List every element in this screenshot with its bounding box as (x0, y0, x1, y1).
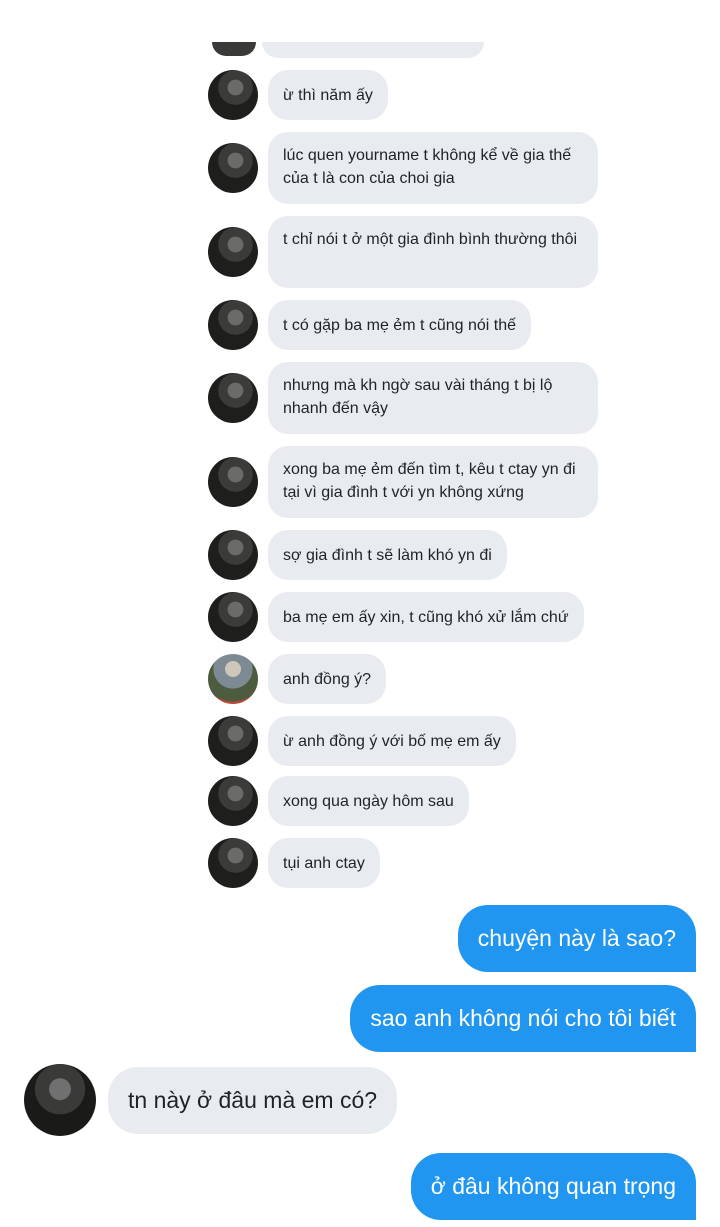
quoted-message-row: ba mẹ em ấy xin, t cũng khó xử lắm chứ (208, 592, 584, 642)
incoming-message[interactable]: tn này ở đâu mà em có? (108, 1066, 398, 1134)
quoted-message-row: xong ba mẹ ẻm đến tìm t, kêu t ctay yn đ… (208, 446, 598, 518)
quoted-message-row: t có gặp ba mẹ ẻm t cũng nói thế (208, 300, 532, 350)
message-bubble[interactable]: ừ thì năm ấy (268, 70, 388, 120)
quoted-message-row: anh đồng ý? (208, 654, 387, 704)
message-bubble[interactable]: sợ gia đình t sẽ làm khó yn đi (268, 530, 507, 580)
quoted-message-row: tụi anh ctay (208, 838, 380, 888)
message-bubble[interactable]: t chỉ nói t ở một gia đình bình thường t… (268, 216, 598, 288)
message-bubble[interactable]: anh đồng ý? (268, 654, 387, 704)
outgoing-message[interactable]: chuyện này là sao? (457, 905, 696, 972)
avatar[interactable] (208, 530, 258, 580)
quoted-message-row: t chỉ nói t ở một gia đình bình thường t… (208, 216, 598, 288)
quoted-message-row: ừ thì năm ấy (208, 70, 388, 120)
avatar[interactable] (208, 592, 258, 642)
avatar[interactable] (24, 1064, 96, 1136)
message-bubble[interactable]: xong qua ngày hôm sau (268, 776, 469, 826)
message-bubble[interactable]: lúc quen yourname t không kể về gia thế … (268, 132, 598, 204)
outgoing-message[interactable]: ở đâu không quan trọng (410, 1153, 696, 1220)
avatar[interactable] (208, 716, 258, 766)
avatar[interactable] (208, 776, 258, 826)
avatar[interactable] (208, 457, 258, 507)
outgoing-message[interactable]: sao anh không nói cho tôi biết (350, 985, 696, 1052)
quoted-message-row: nhưng mà kh ngờ sau vài tháng t bị lộ nh… (208, 362, 598, 434)
message-bubble[interactable]: t có gặp ba mẹ ẻm t cũng nói thế (268, 300, 532, 350)
incoming-message-row: tn này ở đâu mà em có? (24, 1064, 398, 1136)
message-bubble[interactable]: nhưng mà kh ngờ sau vài tháng t bị lộ nh… (268, 362, 598, 434)
chat-screen: ừ thì năm ấy lúc quen yourname t không k… (0, 0, 720, 1227)
quoted-message-row: ừ anh đồng ý với bố mẹ em ấy (208, 716, 516, 766)
avatar[interactable] (208, 300, 258, 350)
avatar[interactable] (208, 143, 258, 193)
message-bubble[interactable]: tụi anh ctay (268, 838, 380, 888)
message-bubble[interactable]: xong ba mẹ ẻm đến tìm t, kêu t ctay yn đ… (268, 446, 598, 518)
avatar[interactable] (208, 654, 258, 704)
message-bubble[interactable]: ba mẹ em ấy xin, t cũng khó xử lắm chứ (268, 592, 584, 642)
avatar[interactable] (208, 838, 258, 888)
avatar[interactable] (208, 70, 258, 120)
quoted-message-row: lúc quen yourname t không kể về gia thế … (208, 132, 598, 204)
message-bubble[interactable]: ừ anh đồng ý với bố mẹ em ấy (268, 716, 516, 766)
quoted-message-row: xong qua ngày hôm sau (208, 776, 469, 826)
quoted-message-row: sợ gia đình t sẽ làm khó yn đi (208, 530, 507, 580)
message-bubble (262, 42, 484, 58)
avatar[interactable] (208, 373, 258, 423)
avatar (212, 42, 256, 56)
avatar[interactable] (208, 227, 258, 277)
